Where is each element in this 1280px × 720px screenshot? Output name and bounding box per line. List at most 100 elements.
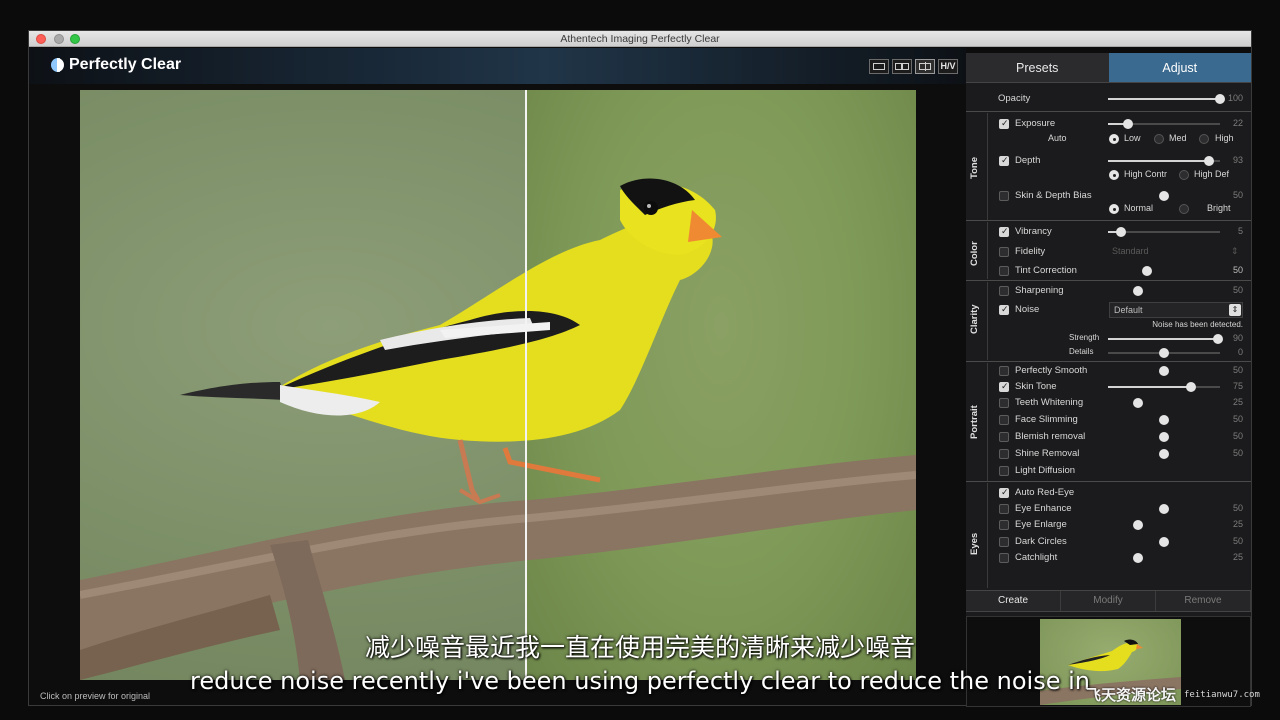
depth-checkbox[interactable] (999, 155, 1009, 166)
exposure-low-radio[interactable] (1109, 134, 1119, 144)
blemish-removal-slider[interactable] (1108, 432, 1220, 442)
teeth-whitening-checkbox[interactable] (999, 398, 1009, 408)
noise-row: Noise Default ⇕ (966, 302, 1251, 318)
single-view-button[interactable] (869, 59, 889, 74)
modify-button[interactable]: Modify (1061, 591, 1156, 611)
fidelity-row: Fidelity Standard ⇕ (966, 244, 1251, 260)
teeth-whitening-slider[interactable] (1108, 398, 1220, 408)
bias-normal-radio[interactable] (1109, 204, 1119, 214)
eye-enlarge-slider[interactable] (1108, 520, 1220, 530)
bias-bright-label: Bright (1207, 203, 1231, 213)
exposure-row: Exposure 22 (966, 116, 1251, 132)
auto-red-eye-row: Auto Red-Eye (966, 485, 1251, 501)
fidelity-stepper-icon[interactable]: ⇕ (1231, 246, 1239, 257)
teeth-whitening-value: 25 (1232, 397, 1243, 407)
noise-preset-value: Default (1114, 305, 1143, 315)
perfectly-smooth-value: 50 (1232, 365, 1243, 375)
dark-circles-slider[interactable] (1108, 537, 1220, 547)
eye-enlarge-label: Eye Enlarge (1015, 519, 1067, 530)
noise-checkbox[interactable] (999, 304, 1009, 315)
opacity-value: 100 (1227, 93, 1243, 103)
sharpening-slider[interactable] (1108, 286, 1220, 296)
tint-correction-label: Tint Correction (1015, 265, 1077, 276)
remove-button[interactable]: Remove (1156, 591, 1251, 611)
split-divider-handle[interactable] (525, 90, 527, 680)
skin-depth-bias-checkbox[interactable] (999, 191, 1009, 201)
eye-enlarge-row: Eye Enlarge 25 (966, 517, 1251, 533)
teeth-whitening-row: Teeth Whitening 25 (966, 395, 1251, 411)
bias-normal-label: Normal (1124, 203, 1154, 213)
dark-circles-checkbox[interactable] (999, 537, 1009, 547)
exposure-checkbox[interactable] (999, 118, 1009, 129)
adjust-panel: Presets Adjust Opacity 100 Tone Exposure… (966, 53, 1251, 707)
exposure-low-label: Low (1124, 133, 1141, 143)
eye-enhance-value: 50 (1232, 503, 1243, 513)
face-slimming-row: Face Slimming 50 (966, 412, 1251, 428)
tab-adjust[interactable]: Adjust (1108, 53, 1251, 83)
noise-preset-select[interactable]: Default ⇕ (1109, 302, 1243, 318)
exposure-high-radio[interactable] (1199, 134, 1209, 144)
opacity-slider[interactable] (1108, 94, 1225, 104)
watermark-url: feitianwu7.com (1184, 689, 1260, 700)
skin-tone-slider[interactable] (1108, 382, 1220, 392)
light-diffusion-checkbox[interactable] (999, 466, 1009, 476)
blemish-removal-label: Blemish removal (1015, 431, 1086, 442)
window-title: Athentech Imaging Perfectly Clear (560, 33, 720, 45)
bias-bright-radio[interactable] (1179, 204, 1189, 214)
tint-correction-slider[interactable] (1108, 266, 1220, 276)
eye-enhance-slider[interactable] (1108, 504, 1220, 514)
catchlight-row: Catchlight 25 (966, 550, 1251, 566)
exposure-med-radio[interactable] (1154, 134, 1164, 144)
face-slimming-checkbox[interactable] (999, 415, 1009, 425)
blemish-removal-value: 50 (1232, 431, 1243, 441)
fidelity-select[interactable]: Standard (1112, 246, 1149, 256)
shine-removal-slider[interactable] (1108, 449, 1220, 459)
tint-correction-checkbox[interactable] (999, 266, 1009, 276)
tint-correction-value: 50 (1232, 265, 1243, 275)
blemish-removal-checkbox[interactable] (999, 432, 1009, 442)
eye-enlarge-checkbox[interactable] (999, 520, 1009, 530)
tab-presets[interactable]: Presets (966, 53, 1109, 83)
vibrancy-slider[interactable] (1108, 227, 1220, 237)
depth-high-def-radio[interactable] (1179, 170, 1189, 180)
noise-details-slider[interactable] (1108, 348, 1220, 358)
perfectly-smooth-label: Perfectly Smooth (1015, 365, 1088, 376)
face-slimming-slider[interactable] (1108, 415, 1220, 425)
image-preview[interactable] (80, 90, 916, 680)
noise-strength-slider[interactable] (1108, 334, 1223, 344)
section-divider (966, 481, 1251, 482)
perfectly-smooth-slider[interactable] (1108, 366, 1220, 376)
skin-depth-bias-slider[interactable] (1108, 191, 1220, 201)
shine-removal-label: Shine Removal (1015, 448, 1080, 459)
eye-enhance-checkbox[interactable] (999, 504, 1009, 514)
skin-tone-checkbox[interactable] (999, 381, 1009, 392)
sharpening-checkbox[interactable] (999, 286, 1009, 296)
vibrancy-label: Vibrancy (1015, 226, 1052, 237)
shine-removal-checkbox[interactable] (999, 449, 1009, 459)
noise-detected-note: Noise has been detected. (1152, 320, 1243, 329)
depth-slider[interactable] (1108, 156, 1220, 166)
shine-removal-value: 50 (1232, 448, 1243, 458)
teeth-whitening-label: Teeth Whitening (1015, 397, 1084, 408)
vibrancy-checkbox[interactable] (999, 226, 1009, 237)
eye-enhance-label: Eye Enhance (1015, 503, 1072, 514)
catchlight-checkbox[interactable] (999, 553, 1009, 563)
depth-value: 93 (1232, 155, 1243, 165)
perfectly-smooth-checkbox[interactable] (999, 366, 1009, 376)
exposure-slider[interactable] (1108, 119, 1220, 129)
create-button[interactable]: Create (966, 591, 1061, 611)
fidelity-checkbox[interactable] (999, 247, 1009, 257)
hv-toggle-button[interactable]: H/V (938, 59, 958, 74)
panel-tabs: Presets Adjust (966, 53, 1251, 83)
opacity-row: Opacity 100 (966, 91, 1251, 107)
split-view-button[interactable] (915, 59, 935, 74)
light-diffusion-row: Light Diffusion (966, 463, 1251, 479)
auto-red-eye-checkbox[interactable] (999, 487, 1009, 498)
sharpening-row: Sharpening 50 (966, 283, 1251, 299)
app-logo: Perfectly Clear (51, 56, 181, 74)
catchlight-slider[interactable] (1108, 553, 1220, 563)
depth-high-contr-radio[interactable] (1109, 170, 1119, 180)
side-by-side-view-button[interactable] (892, 59, 912, 74)
perfectly-clear-logo-icon (51, 56, 65, 74)
blemish-removal-row: Blemish removal 50 (966, 429, 1251, 445)
